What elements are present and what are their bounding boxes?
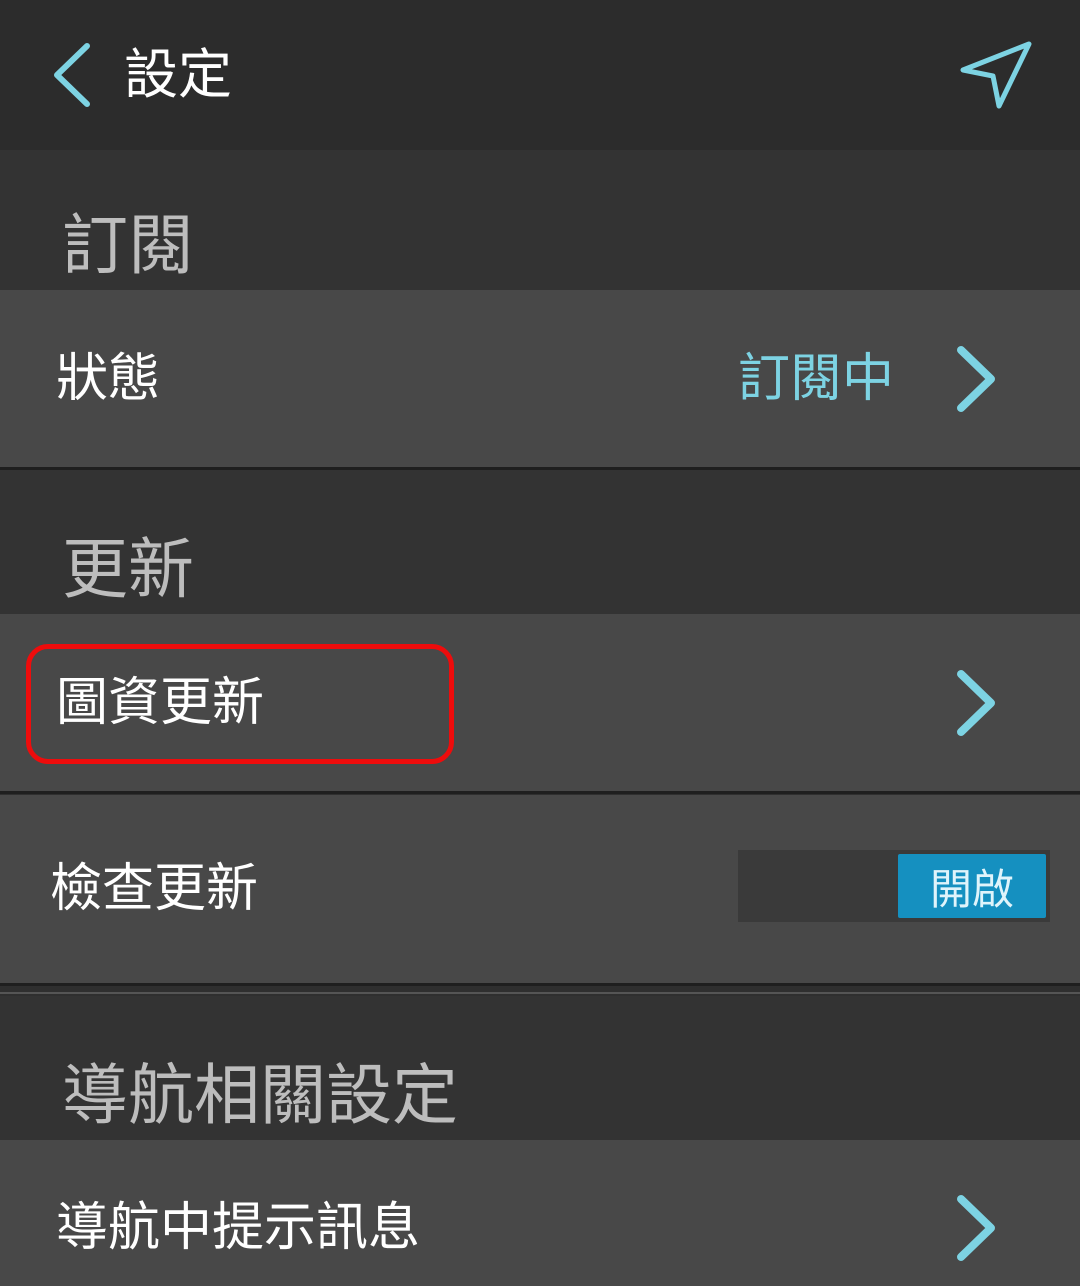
section-header-navigation: 導航相關設定 [0, 996, 1080, 1140]
chevron-right-icon [944, 663, 1008, 743]
chevron-right-icon [944, 1188, 1008, 1268]
row-nav-message[interactable]: 導航中提示訊息 [0, 1140, 1080, 1286]
row-label-nav-message: 導航中提示訊息 [56, 1197, 421, 1258]
divider [0, 992, 1080, 994]
section-title-update: 更新 [62, 531, 194, 608]
settings-screen: 設定 訂閱 狀態 訂閱中 更新 圖資更新 檢查更新 開啟 導航相關設定 導航中提… [0, 0, 1080, 1286]
chevron-left-icon [54, 43, 90, 107]
page-title: 設定 [124, 43, 232, 106]
row-label-status: 狀態 [56, 349, 161, 409]
chevron-right-icon [944, 339, 1008, 419]
toggle-on-label: 開啟 [898, 854, 1046, 918]
navigation-button[interactable] [950, 30, 1040, 120]
divider [0, 791, 1080, 794]
check-update-toggle[interactable]: 開啟 [738, 850, 1050, 922]
section-header-update: 更新 [0, 470, 1080, 614]
highlight-box [26, 644, 454, 764]
back-button[interactable] [40, 30, 104, 120]
app-header: 設定 [0, 0, 1080, 150]
row-label-check-update: 檢查更新 [50, 859, 259, 919]
section-title-navigation: 導航相關設定 [62, 1057, 458, 1134]
section-title-subscription: 訂閱 [62, 207, 194, 284]
navigation-arrow-icon [960, 41, 1032, 109]
divider [0, 983, 1080, 986]
section-header-subscription: 訂閱 [0, 150, 1080, 290]
row-subscription-status[interactable]: 狀態 訂閱中 [0, 290, 1080, 468]
row-value-status: 訂閱中 [737, 349, 894, 409]
